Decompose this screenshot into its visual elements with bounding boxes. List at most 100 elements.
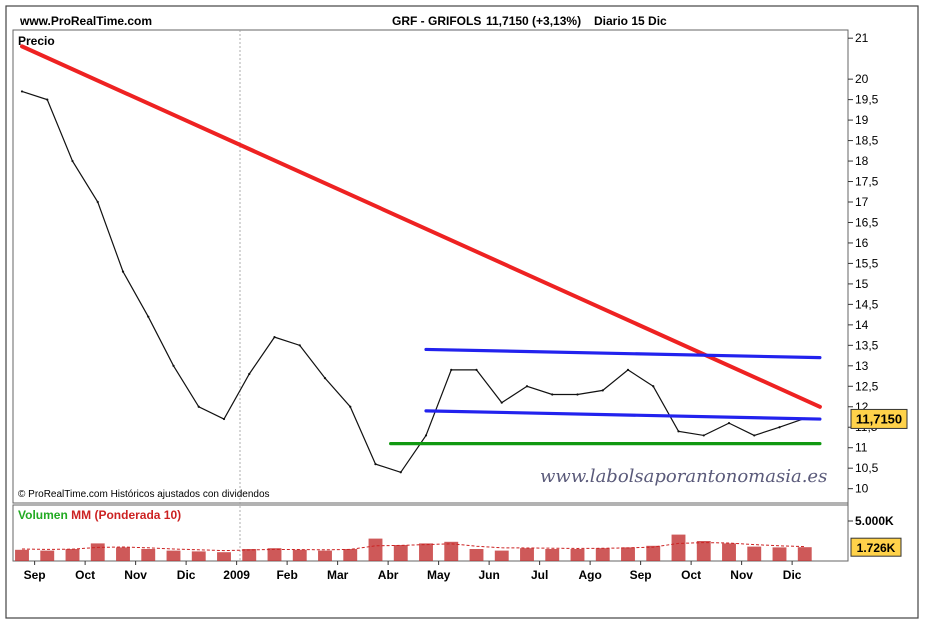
volume-bar — [722, 543, 736, 561]
price-point — [450, 368, 453, 372]
price-point — [121, 270, 125, 273]
chart-canvas: 21 20 19,5 19 18,5 18 17,5 17 16,5 16 15,5 15 14,5 14… — [5, 5, 919, 619]
y-tick-label: 16 — [855, 236, 869, 250]
period-label: Diario 15 Dic — [594, 14, 667, 28]
volume-bar — [671, 534, 686, 561]
volume-bar — [444, 541, 459, 561]
volume-bar — [797, 547, 812, 561]
y-tick-label: 12,5 — [855, 379, 879, 393]
x-tick-label: Nov — [730, 568, 753, 582]
volume-bar — [116, 547, 130, 561]
price-point — [222, 417, 226, 421]
x-tick-label: Oct — [681, 568, 701, 582]
price-last-value: 11,7150 — [856, 411, 902, 426]
x-tick-label: Sep — [630, 568, 652, 582]
price-point — [172, 364, 175, 367]
price-point — [197, 405, 200, 408]
volume-bar — [772, 547, 787, 561]
price-point — [626, 368, 630, 372]
x-tick-label: Oct — [75, 568, 95, 582]
volume-bar — [166, 550, 181, 561]
volume-bar — [318, 550, 332, 561]
volume-bar — [242, 549, 257, 561]
volume-bar — [570, 549, 585, 561]
volume-bar — [40, 550, 55, 561]
price-point — [753, 434, 756, 437]
y-tick-label: 18 — [855, 154, 869, 168]
volume-bar — [494, 550, 509, 561]
price-point — [525, 385, 529, 388]
price-point — [551, 393, 554, 396]
x-tick-label: Dic — [783, 568, 802, 582]
volume-panel-label: Volumen MM (Ponderada 10) — [18, 508, 181, 522]
volume-bar — [393, 545, 408, 561]
price-panel-label: Precio — [18, 34, 55, 48]
x-tick-label: Abr — [378, 568, 399, 582]
volume-bar — [90, 543, 105, 561]
quote-label: 11,7150 (+3,13%) — [486, 14, 582, 28]
price-point — [20, 90, 24, 93]
price-point — [248, 372, 251, 376]
price-point — [475, 368, 478, 372]
price-point — [46, 98, 49, 101]
price-point — [399, 471, 402, 474]
x-axis: Sep Oct Nov Dic 2009 Feb Mar Abr May Jun Jul Ago Sep… — [24, 561, 802, 582]
watermark: www.labolsaporantonomasia.es — [540, 466, 828, 487]
y-tick-label: 14 — [855, 318, 869, 332]
price-point — [374, 462, 377, 466]
volume-bar — [217, 552, 231, 561]
price-point — [677, 430, 680, 433]
volume-bar — [419, 543, 433, 561]
volume-bar — [343, 549, 358, 561]
volume-bar — [621, 547, 635, 561]
y-tick-label: 15,5 — [855, 256, 879, 270]
volume-bar — [646, 545, 661, 561]
x-tick-label: Nov — [124, 568, 147, 582]
y-tick-label: 16,5 — [855, 215, 879, 229]
y-tick-label: 14,5 — [855, 297, 879, 311]
moving-average-label: MM (Ponderada 10) — [71, 508, 182, 522]
x-tick-label: 2009 — [223, 568, 250, 582]
y-tick-label: 21 — [855, 31, 869, 45]
price-point — [652, 385, 655, 388]
x-tick-label: Jul — [531, 568, 548, 582]
price-point — [71, 159, 74, 163]
price-point — [273, 336, 276, 339]
volume-last-value: 1.726K — [857, 541, 896, 555]
y-tick-label: 17 — [855, 195, 869, 209]
x-tick-label: Mar — [327, 568, 349, 582]
site-name[interactable]: www.ProRealTime.com — [20, 14, 152, 28]
y-tick-label: 17,5 — [855, 175, 879, 189]
volume-y-tick-label: 5.000K — [855, 514, 894, 528]
volume-bar — [368, 538, 383, 561]
x-tick-label: Dic — [177, 568, 196, 582]
y-tick-label: 13,5 — [855, 338, 879, 352]
volume-bar — [747, 546, 762, 561]
price-point — [298, 344, 301, 347]
y-tick-label: 20 — [855, 72, 869, 86]
volume-label: Volumen — [18, 508, 68, 522]
copyright-text: © ProRealTime.com Históricos ajustados c… — [18, 489, 270, 500]
volume-bar — [292, 549, 307, 561]
price-point — [349, 405, 352, 408]
price-point — [702, 434, 705, 437]
price-point — [778, 426, 781, 429]
volume-bar — [267, 548, 282, 561]
volume-bar — [696, 541, 711, 561]
price-point — [500, 401, 503, 404]
y-tick-label: 13 — [855, 359, 869, 373]
y-tick-label: 15 — [855, 277, 869, 291]
y-tick-label: 11 — [855, 441, 868, 455]
price-point — [576, 393, 579, 396]
volume-bar — [520, 548, 534, 561]
x-tick-label: Ago — [578, 568, 601, 582]
ticker-label: GRF - GRIFOLS — [392, 14, 482, 28]
chart-window: 21 20 19,5 19 18,5 18 17,5 17 16,5 16 15,5 15 14,5 14… — [0, 0, 926, 626]
y-tick-label: 18,5 — [855, 134, 879, 148]
y-tick-label: 10,5 — [855, 461, 879, 475]
price-point — [727, 422, 731, 425]
y-tick-label: 19,5 — [855, 93, 879, 107]
y-tick-label: 19 — [855, 113, 869, 127]
x-tick-label: May — [427, 568, 451, 582]
y-tick-label: 10 — [855, 482, 869, 496]
